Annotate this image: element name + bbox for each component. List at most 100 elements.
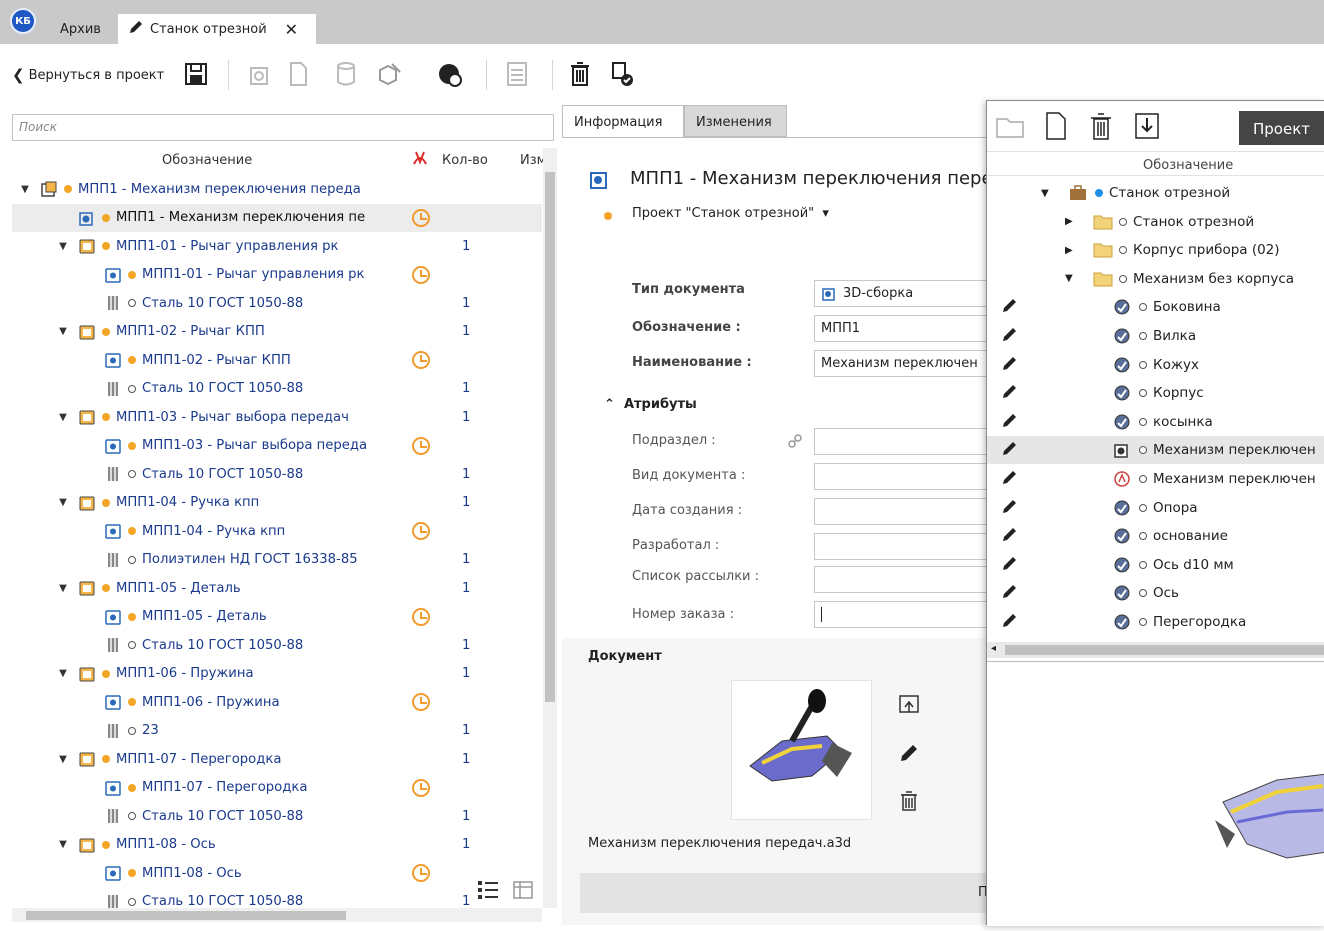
tree-row[interactable]: МПП1-04 - Ручка кпп — [12, 517, 542, 545]
expand-toggle-icon[interactable]: ▼ — [58, 754, 68, 765]
pencil-icon[interactable] — [1001, 439, 1019, 461]
tree-row[interactable]: Сталь 10 ГОСТ 1050-88 1 — [12, 375, 542, 403]
scroll-left-icon[interactable]: ◂ — [991, 643, 996, 654]
tree-row[interactable]: Полиэтилен НД ГОСТ 16338-85 1 — [12, 546, 542, 574]
expand-toggle-icon[interactable]: ▶ — [1065, 245, 1073, 256]
tree-row[interactable]: МПП1 - Механизм переключения пе — [12, 203, 542, 232]
tree-row[interactable]: МПП1-03 - Рычаг выбора переда — [12, 432, 542, 460]
tree-row[interactable]: Сталь 10 ГОСТ 1050-88 1 — [12, 289, 542, 317]
expand-toggle-icon[interactable]: ▼ — [1065, 273, 1073, 284]
expand-toggle-icon[interactable]: ▼ — [58, 326, 68, 337]
expand-toggle-icon[interactable]: ▼ — [58, 241, 68, 252]
tree-row[interactable]: ▼ МПП1-05 - Деталь 1 — [12, 574, 542, 602]
popup-tree-row[interactable]: Опора — [987, 494, 1324, 522]
tab-information[interactable]: Информация — [562, 105, 684, 137]
tree-vertical-scrollbar[interactable] — [543, 148, 557, 908]
replace-file-icon[interactable] — [898, 694, 920, 720]
designation-field[interactable]: МПП1 — [814, 315, 988, 342]
mailing-list-field[interactable] — [814, 566, 988, 593]
new-assembly-icon[interactable] — [374, 58, 406, 90]
order-number-field[interactable] — [814, 601, 988, 628]
pencil-icon[interactable] — [1001, 525, 1019, 547]
link-icon[interactable] — [786, 432, 804, 454]
tree-row[interactable]: ▼ МПП1-08 - Ось 1 — [12, 831, 542, 859]
pencil-icon[interactable] — [1001, 411, 1019, 433]
popup-tree-row[interactable]: косынка — [987, 408, 1324, 436]
popup-tree-row[interactable]: ▼ Механизм без корпуса — [987, 265, 1324, 293]
bottom-action-bar[interactable]: П — [580, 873, 988, 913]
column-designation[interactable]: Обозначение — [162, 153, 252, 168]
pencil-icon[interactable] — [1001, 296, 1019, 318]
tree-row[interactable]: Сталь 10 ГОСТ 1050-88 1 — [12, 460, 542, 488]
delete-file-icon[interactable] — [898, 790, 920, 816]
tree-row[interactable]: ▼ МПП1-02 - Рычаг КПП 1 — [12, 318, 542, 346]
new-file-icon[interactable] — [1043, 111, 1069, 145]
attributes-toggle[interactable]: ⌃ Атрибуты — [604, 397, 697, 412]
tree-row[interactable]: ▼ МПП1-04 - Ручка кпп 1 — [12, 489, 542, 517]
pencil-icon[interactable] — [1001, 582, 1019, 604]
tree-row[interactable]: МПП1-01 - Рычаг управления рк — [12, 261, 542, 289]
edit-icon[interactable] — [898, 742, 920, 768]
popup-tree-row[interactable]: Кожух — [987, 351, 1324, 379]
expand-toggle-icon[interactable]: ▼ — [58, 583, 68, 594]
specification-icon[interactable] — [500, 58, 532, 90]
trash-icon[interactable] — [1087, 111, 1115, 145]
tree-row[interactable]: МПП1-05 - Деталь — [12, 603, 542, 631]
new-document-icon[interactable] — [282, 58, 314, 90]
subsection-field[interactable] — [814, 428, 988, 455]
popup-tree-row[interactable]: Перегородка — [987, 608, 1324, 636]
pencil-icon[interactable] — [1001, 354, 1019, 376]
tree-row[interactable]: Сталь 10 ГОСТ 1050-88 1 — [12, 631, 542, 659]
close-icon[interactable]: ✕ — [285, 20, 298, 39]
popup-tree-row[interactable]: Ось d10 мм — [987, 551, 1324, 579]
expand-toggle-icon[interactable]: ▼ — [58, 497, 68, 508]
search-input[interactable]: Поиск — [12, 114, 554, 141]
doc-kind-field[interactable] — [814, 463, 988, 490]
expand-toggle-icon[interactable]: ▼ — [58, 668, 68, 679]
document-thumbnail[interactable] — [731, 680, 872, 820]
back-to-project-button[interactable]: ❮ Вернуться в проект — [12, 66, 164, 84]
pencil-icon[interactable] — [1001, 325, 1019, 347]
created-date-field[interactable] — [814, 498, 988, 525]
pencil-icon[interactable] — [1001, 497, 1019, 519]
popup-tree-row[interactable]: Боковина — [987, 293, 1324, 321]
tab-stanok[interactable]: Станок отрезной ✕ — [118, 14, 316, 44]
tree-row[interactable]: МПП1-07 - Перегородка — [12, 774, 542, 802]
popup-tree-row[interactable]: Корпус — [987, 379, 1324, 407]
popup-tree-row[interactable]: Механизм переключен — [987, 465, 1324, 493]
pencil-icon[interactable] — [1001, 468, 1019, 490]
tree-row[interactable]: МПП1-02 - Рычаг КПП — [12, 346, 542, 374]
popup-tree-row[interactable]: Вилка — [987, 322, 1324, 350]
tree-row[interactable]: ▼ МПП1 - Механизм переключения переда — [12, 175, 542, 203]
pencil-icon[interactable] — [1001, 554, 1019, 576]
project-button[interactable]: Проект — [1239, 111, 1324, 145]
pencil-icon[interactable] — [1001, 382, 1019, 404]
tree-row[interactable]: Сталь 10 ГОСТ 1050-88 1 — [12, 888, 542, 911]
tree-horizontal-scrollbar[interactable] — [12, 908, 542, 922]
tree-row[interactable]: Сталь 10 ГОСТ 1050-88 1 — [12, 802, 542, 830]
popup-tree-row[interactable]: ▶ Корпус прибора (02) — [987, 236, 1324, 264]
document-filename[interactable]: Механизм переключения передач.a3d — [588, 836, 851, 851]
expand-toggle-icon[interactable]: ▼ — [58, 839, 68, 850]
tree-row[interactable]: 23 1 — [12, 717, 542, 745]
expand-toggle-icon[interactable]: ▼ — [20, 184, 30, 195]
popup-tree-row[interactable]: основание — [987, 522, 1324, 550]
pencil-icon[interactable] — [1001, 611, 1019, 633]
expand-toggle-icon[interactable]: ▼ — [58, 412, 68, 423]
save-icon[interactable] — [180, 58, 212, 90]
delete-icon[interactable] — [564, 58, 596, 90]
name-field[interactable]: Механизм переключен — [814, 350, 988, 377]
tab-changes[interactable]: Изменения — [684, 105, 787, 137]
expand-toggle-icon[interactable]: ▼ — [1041, 188, 1049, 199]
popup-tree-row[interactable]: ▶ Станок отрезной — [987, 208, 1324, 236]
tree-row[interactable]: МПП1-08 - Ось — [12, 859, 542, 887]
tree-row[interactable]: ▼ МПП1-07 - Перегородка 1 — [12, 745, 542, 773]
popup-horizontal-scrollbar[interactable]: ◂ — [987, 642, 1324, 658]
project-selector[interactable]: Проект "Станок отрезной" ▾ — [632, 206, 829, 221]
column-qty[interactable]: Кол-во — [442, 153, 502, 168]
tree-row[interactable]: МПП1-06 - Пружина — [12, 688, 542, 716]
folder-open-icon[interactable] — [995, 113, 1027, 145]
expand-toggle-icon[interactable]: ▶ — [1065, 216, 1073, 227]
popup-tree-row[interactable]: ▼ Станок отрезной — [987, 179, 1324, 207]
open-model-icon[interactable] — [244, 58, 276, 90]
